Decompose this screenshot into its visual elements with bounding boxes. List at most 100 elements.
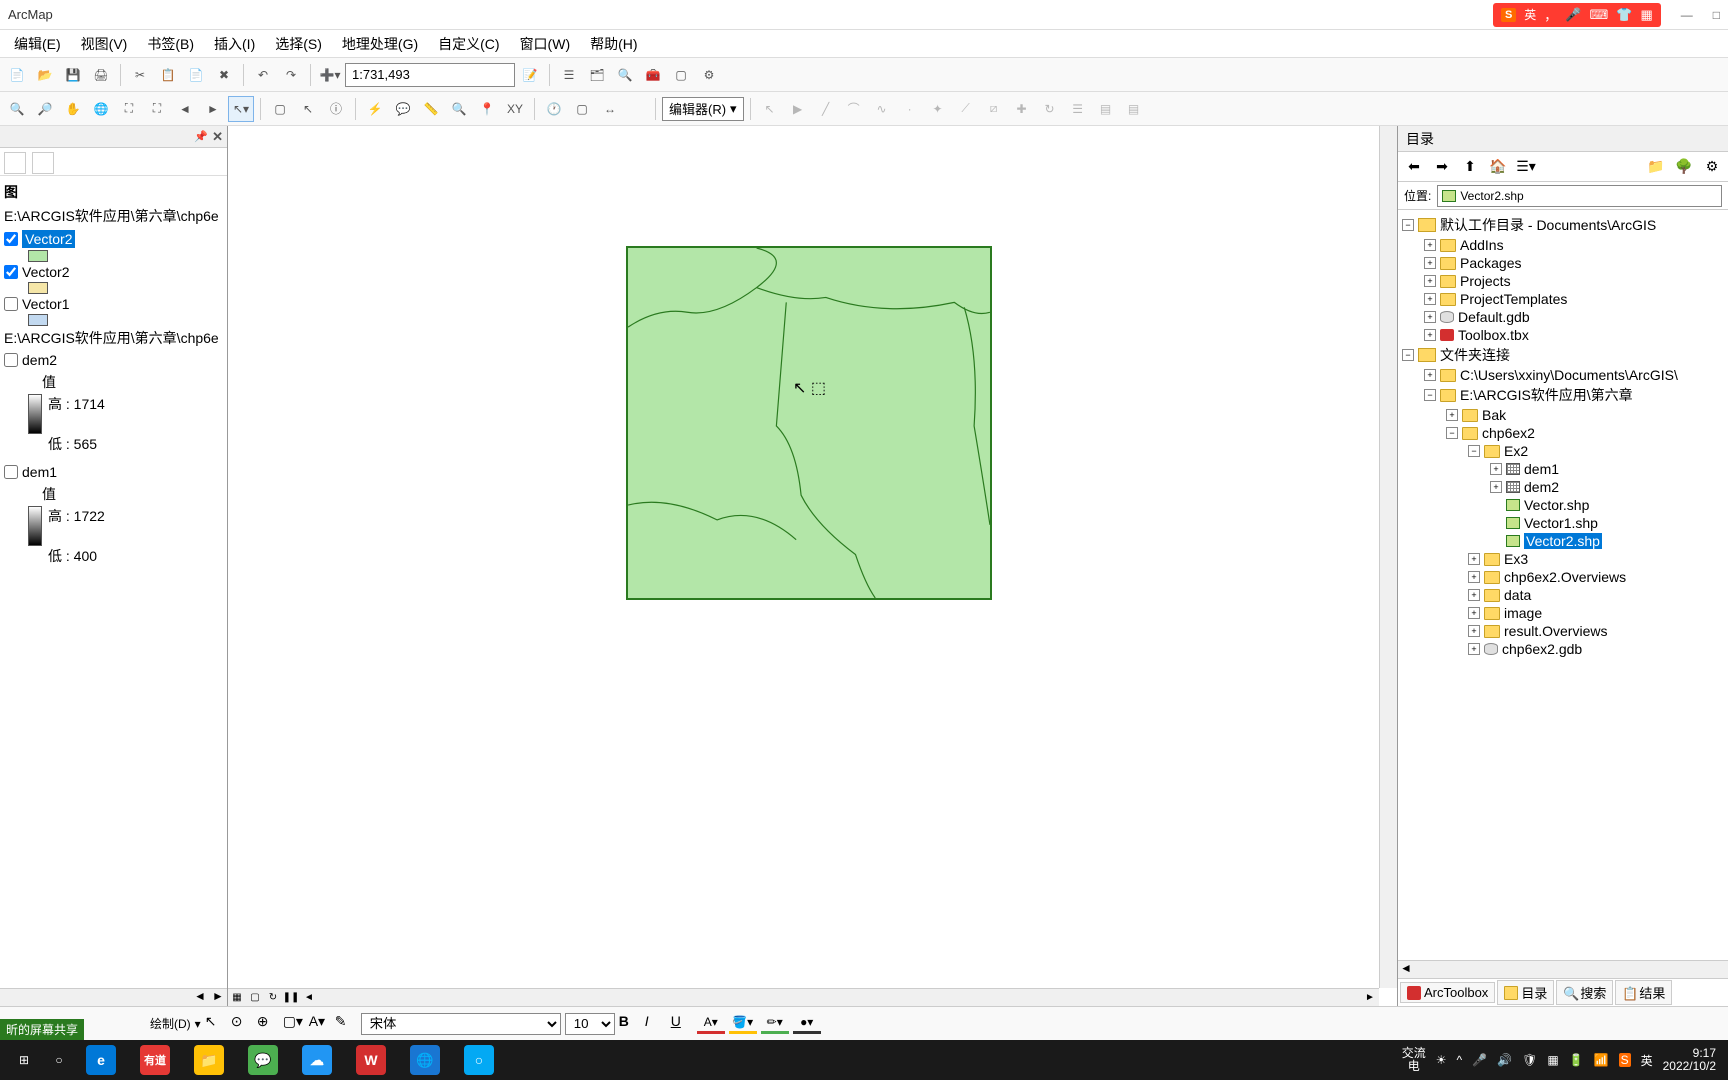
tree-item[interactable]: result.Overviews xyxy=(1504,623,1607,639)
tree-item[interactable]: chp6ex2 xyxy=(1482,425,1535,441)
menu-view[interactable]: 视图(V) xyxy=(71,30,138,58)
expand-icon[interactable]: + xyxy=(1424,239,1436,251)
toc-hscrollbar[interactable]: ◄ ► xyxy=(0,988,227,1006)
start-button[interactable]: ⊞ xyxy=(4,1040,44,1080)
tree-item[interactable]: ProjectTemplates xyxy=(1460,291,1567,307)
font-select[interactable]: 宋体 xyxy=(361,1013,561,1035)
tab-results[interactable]: 📋结果 xyxy=(1615,980,1672,1005)
menu-insert[interactable]: 插入(I) xyxy=(204,30,265,58)
toc-layer-vector2a[interactable]: Vector2 xyxy=(2,228,225,250)
app-tencent-meeting[interactable]: ☁ xyxy=(294,1040,340,1080)
catalog-hscrollbar[interactable]: ◄ xyxy=(1398,960,1728,978)
app-wechat[interactable]: 💬 xyxy=(240,1040,286,1080)
scroll-left-icon[interactable]: ◄ xyxy=(191,989,209,1006)
menu-edit[interactable]: 编辑(E) xyxy=(4,30,71,58)
shirt-icon[interactable]: 👕 xyxy=(1616,7,1632,23)
editor-toolbar-icon[interactable]: 📝 xyxy=(517,62,543,88)
point-icon[interactable]: · xyxy=(897,96,923,122)
underline-button[interactable]: U xyxy=(671,1013,693,1035)
ime-toolbar[interactable]: S 英 ， 🎤 ⌨ 👕 ▦ xyxy=(1493,3,1661,27)
go-to-xy-icon[interactable]: XY xyxy=(502,96,528,122)
bold-button[interactable]: B xyxy=(619,1013,641,1035)
split-icon[interactable]: ✚ xyxy=(1009,96,1035,122)
layer-checkbox[interactable] xyxy=(4,232,18,246)
editor-dropdown[interactable]: 编辑器(R) ▾ xyxy=(662,97,744,121)
tray-wifi-icon[interactable]: 📶 xyxy=(1594,1053,1609,1067)
tree-item[interactable]: AddIns xyxy=(1460,237,1504,253)
attributes-icon[interactable]: ☰ xyxy=(1065,96,1091,122)
forward-icon[interactable]: ► xyxy=(200,96,226,122)
toc-group2[interactable]: E:\ARCGIS软件应用\第六章\chp6e xyxy=(2,326,225,350)
expand-icon[interactable]: + xyxy=(1446,409,1458,421)
measure-icon[interactable]: 📏 xyxy=(418,96,444,122)
collapse-icon[interactable]: − xyxy=(1468,445,1480,457)
expand-icon[interactable]: + xyxy=(1468,643,1480,655)
toc-group1[interactable]: E:\ARCGIS软件应用\第六章\chp6e xyxy=(2,204,225,228)
expand-icon[interactable]: + xyxy=(1424,257,1436,269)
paste-icon[interactable]: 📄 xyxy=(183,62,209,88)
back-icon[interactable]: ⬅ xyxy=(1402,155,1426,179)
tree-item[interactable]: Default.gdb xyxy=(1458,309,1530,325)
tree-item[interactable]: dem1 xyxy=(1524,461,1559,477)
ime-status2[interactable]: 电 xyxy=(1402,1060,1426,1073)
app-wps[interactable]: W xyxy=(348,1040,394,1080)
cut-polygon-icon[interactable]: ⧄ xyxy=(981,96,1007,122)
layer-swatch[interactable] xyxy=(28,314,48,326)
toc-tree[interactable]: 图 E:\ARCGIS软件应用\第六章\chp6e Vector2 Vector… xyxy=(0,176,227,988)
rectangle-icon[interactable]: ▢▾ xyxy=(283,1013,305,1035)
add-data-icon[interactable]: ➕▾ xyxy=(317,62,343,88)
italic-button[interactable]: I xyxy=(645,1013,667,1035)
expand-icon[interactable]: + xyxy=(1490,481,1502,493)
hyperlink-icon[interactable]: ⚡ xyxy=(362,96,388,122)
toc-frame[interactable]: 图 xyxy=(2,180,225,204)
system-tray[interactable]: 交流 电 ☀ ^ 🎤 🔊 🛡 ▦ 🔋 📶 S 英 9:17 2022/10/2 xyxy=(1402,1047,1724,1073)
find-route-icon[interactable]: 📍 xyxy=(474,96,500,122)
cut-icon[interactable]: ✂ xyxy=(127,62,153,88)
tree-item[interactable]: data xyxy=(1504,587,1531,603)
raster-ramp[interactable] xyxy=(28,394,42,434)
expand-icon[interactable]: + xyxy=(1468,625,1480,637)
tree-item[interactable]: E:\ARCGIS软件应用\第六章 xyxy=(1460,385,1633,405)
list-by-source-icon[interactable] xyxy=(32,152,54,174)
tree-item[interactable]: 默认工作目录 - Documents\ArcGIS xyxy=(1440,215,1656,235)
tab-search[interactable]: 🔍搜索 xyxy=(1556,980,1613,1005)
menu-selection[interactable]: 选择(S) xyxy=(265,30,332,58)
options-icon[interactable]: ⚙ xyxy=(1700,155,1724,179)
keyboard-icon[interactable]: ⌨ xyxy=(1590,7,1609,23)
toc-layer-dem1[interactable]: dem1 xyxy=(2,462,225,482)
tray-battery-icon[interactable]: 🔋 xyxy=(1569,1053,1584,1067)
app-browser[interactable]: ○ xyxy=(456,1040,502,1080)
tree-item[interactable]: chp6ex2.Overviews xyxy=(1504,569,1626,585)
sketch-props-icon[interactable]: ▤ xyxy=(1093,96,1119,122)
search-window-icon[interactable]: 🔍 xyxy=(612,62,638,88)
toc-layer-vector2b[interactable]: Vector2 xyxy=(2,262,225,282)
tray-date[interactable]: 2022/10/2 xyxy=(1663,1060,1716,1073)
print-icon[interactable]: 🖨 xyxy=(88,62,114,88)
expand-icon[interactable]: + xyxy=(1424,369,1436,381)
home-icon[interactable]: 🏠 xyxy=(1486,155,1510,179)
scroll-left-icon[interactable]: ◄ xyxy=(300,989,318,1007)
edit-icon[interactable]: ✎ xyxy=(335,1013,357,1035)
data-view-icon[interactable]: ▦ xyxy=(228,989,246,1007)
app-arcmap[interactable]: 🌐 xyxy=(402,1040,448,1080)
arc-segment-icon[interactable]: ⌒ xyxy=(841,96,867,122)
tree-item-selected[interactable]: Vector2.shp xyxy=(1524,533,1602,549)
layer-checkbox[interactable] xyxy=(4,465,18,479)
toc-icon[interactable]: ☰ xyxy=(556,62,582,88)
tray-lang[interactable]: 英 xyxy=(1641,1052,1653,1069)
minimize-button[interactable]: — xyxy=(1681,8,1693,22)
expand-icon[interactable]: + xyxy=(1424,311,1436,323)
menu-bookmarks[interactable]: 书签(B) xyxy=(137,30,204,58)
layer-checkbox[interactable] xyxy=(4,265,18,279)
tree-item[interactable]: Bak xyxy=(1482,407,1506,423)
collapse-icon[interactable]: − xyxy=(1424,389,1436,401)
tree-item[interactable]: Projects xyxy=(1460,273,1511,289)
refresh-icon[interactable]: ↻ xyxy=(264,989,282,1007)
line-color-button[interactable]: ✏▾ xyxy=(761,1014,789,1034)
rotate-icon[interactable]: ↻ xyxy=(1037,96,1063,122)
expand-icon[interactable]: + xyxy=(1468,589,1480,601)
zoom-in-icon[interactable]: 🔍 xyxy=(4,96,30,122)
list-by-drawing-icon[interactable] xyxy=(4,152,26,174)
text-icon[interactable]: A▾ xyxy=(309,1013,331,1035)
tray-chevron-icon[interactable]: ^ xyxy=(1457,1053,1463,1067)
